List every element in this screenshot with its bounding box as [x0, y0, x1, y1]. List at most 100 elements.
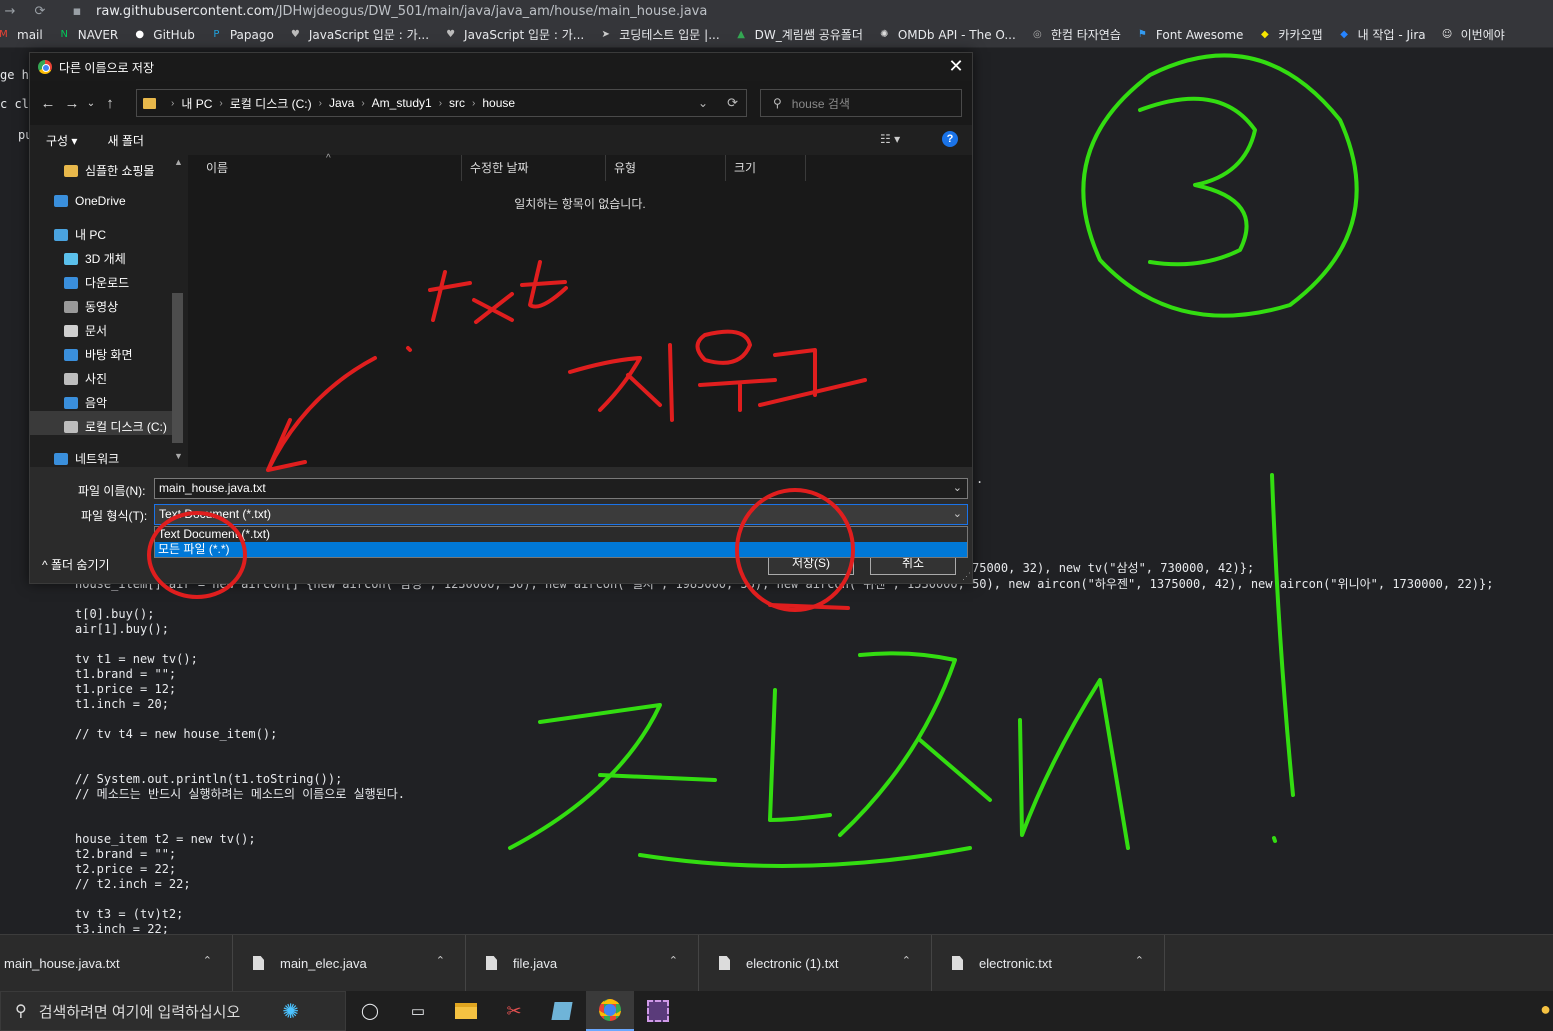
help-icon[interactable]: ? [942, 131, 958, 147]
breadcrumb-java[interactable]: Java [329, 96, 354, 110]
url-text[interactable]: raw.githubusercontent.com/JDHwjdeogus/DW… [96, 4, 707, 19]
sidebar-item[interactable]: 3D 개체 [64, 250, 126, 267]
reload-icon[interactable]: ⟳ [30, 4, 50, 19]
sidebar-item[interactable]: 동영상 [64, 298, 118, 315]
file-explorer-icon[interactable] [442, 991, 490, 1031]
chevron-down-icon[interactable]: ⌄ [953, 479, 962, 498]
bookmark-item[interactable]: ➤ 코딩테스트 입문 |... [598, 26, 720, 43]
resize-grip-icon[interactable]: ⋰ [962, 571, 971, 582]
bookmark-item[interactable]: Mmail [0, 27, 43, 42]
bookmark-item[interactable]: ● GitHub [132, 27, 195, 42]
search-input[interactable]: ⚲ house 검색 [760, 89, 962, 117]
download-item[interactable]: electronic (1).txt ⌃ [699, 935, 932, 991]
sidebar-item[interactable]: 네트워크 [54, 450, 119, 467]
bookmark-item[interactable]: ✺ OMDb API - The O... [877, 27, 1016, 42]
browser-url-bar[interactable]: → ⟳ ▪ raw.githubusercontent.com/JDHwjdeo… [0, 0, 1553, 22]
breadcrumb-am-study1[interactable]: Am_study1 [372, 96, 432, 110]
sidebar-item[interactable]: 문서 [64, 322, 107, 339]
download-icon [64, 276, 78, 289]
breadcrumb-src[interactable]: src [449, 96, 465, 110]
filetype-select[interactable]: Text Document (*.txt) ⌄ [154, 504, 968, 525]
close-icon[interactable]: ✕ [944, 55, 968, 79]
hide-folders-toggle[interactable]: ^ 폴더 숨기기 [42, 556, 110, 573]
task-view-icon[interactable]: ▭ [394, 991, 442, 1031]
breadcrumb-separator-icon: › [361, 97, 365, 109]
bookmark-item[interactable]: ◆ 내 작업 - Jira [1337, 26, 1425, 43]
download-filename: main_elec.java [280, 955, 367, 971]
organize-button[interactable]: 구성 ▾ [46, 132, 77, 149]
eclipse-icon[interactable] [634, 991, 682, 1031]
bookmark-item[interactable]: ♥ JavaScript 입문 : 가... [443, 26, 584, 43]
sidebar-item[interactable]: 사진 [64, 370, 107, 387]
sidebar-item[interactable]: 로컬 디스크 (C:) [64, 418, 167, 435]
lightbulb-icon[interactable]: ● [1540, 999, 1551, 1020]
sidebar-item[interactable]: OneDrive [54, 194, 126, 208]
bookmark-item[interactable]: P Papago [209, 27, 274, 42]
taskbar-search[interactable]: ⚲ 검색하려면 여기에 입력하십시오 ✺ [0, 991, 346, 1031]
up-arrow-icon[interactable]: ↑ [98, 95, 122, 112]
chrome-icon [38, 60, 52, 74]
download-item[interactable]: file.java ⌃ [466, 935, 699, 991]
dialog-title-bar[interactable]: 다른 이름으로 저장 ✕ [30, 53, 972, 81]
bookmark-item[interactable]: N NAVER [57, 27, 118, 42]
notepad-icon[interactable] [538, 991, 586, 1031]
chrome-taskbar-icon[interactable] [586, 991, 634, 1031]
hide-folders-label: 폴더 숨기기 [50, 558, 110, 572]
sidebar-scrollbar[interactable] [172, 293, 183, 443]
column-size[interactable]: 크기 [726, 155, 806, 181]
code-line: t1.price = 12; [75, 682, 177, 696]
sidebar-item[interactable]: 내 PC [54, 226, 106, 243]
filetype-option-all[interactable]: 모든 파일 (*.*) [155, 542, 967, 557]
file-icon [253, 956, 264, 970]
column-date[interactable]: 수정한 날짜 [462, 155, 606, 181]
sidebar-item[interactable]: 심플한 쇼핑몰 [64, 162, 155, 179]
chevron-up-icon[interactable]: ⌃ [436, 954, 445, 967]
back-arrow-icon[interactable]: ← [36, 95, 60, 112]
download-item[interactable]: electronic.txt ⌃ [932, 935, 1165, 991]
bookmark-item[interactable]: ☺ 이번에야 [1440, 26, 1505, 43]
filetype-option-txt[interactable]: Text Document (*.txt) [155, 527, 967, 542]
bookmark-item[interactable]: ⚑ Font Awesome [1135, 27, 1244, 42]
forward-arrow-icon[interactable]: → [60, 95, 84, 112]
naver-icon: N [60, 29, 68, 40]
snipping-tool-icon[interactable]: ✂ [490, 991, 538, 1031]
chevron-down-icon[interactable]: ⌄ [698, 96, 708, 110]
filetype-dropdown[interactable]: Text Document (*.txt) 모든 파일 (*.*) [154, 526, 968, 558]
download-item[interactable]: main_house.java.txt ⌃ [0, 935, 233, 991]
github-icon: ● [135, 29, 145, 40]
bookmark-label: GitHub [153, 27, 195, 42]
sidebar-item-label: OneDrive [75, 194, 126, 208]
bookmark-item[interactable]: ◆ 카카오맵 [1257, 26, 1323, 43]
sidebar-item[interactable]: 다운로드 [64, 274, 129, 291]
chevron-up-icon[interactable]: ⌃ [203, 954, 212, 967]
new-folder-button[interactable]: 새 폴더 [107, 132, 143, 149]
filename-field[interactable]: main_house.java.txt ⌄ [154, 478, 968, 499]
bookmark-item[interactable]: ◎ 한컴 타자연습 [1030, 26, 1121, 43]
refresh-icon[interactable]: ⟳ [727, 95, 738, 111]
chevron-up-icon[interactable]: ⌃ [902, 954, 911, 967]
bookmark-item[interactable]: ♥ JavaScript 입문 : 가... [288, 26, 429, 43]
chevron-up-icon[interactable]: ⌃ [669, 954, 678, 967]
sidebar-item[interactable]: 바탕 화면 [64, 346, 133, 363]
breadcrumb-house[interactable]: house [482, 96, 515, 110]
file-icon [719, 956, 730, 970]
view-options-icon[interactable]: ☷ ▾ [880, 132, 900, 146]
file-list[interactable]: 이름 ^ 수정한 날짜 유형 크기 일치하는 항목이 없습니다. [188, 153, 972, 467]
chevron-up-icon[interactable]: ⌃ [1135, 954, 1144, 967]
cortana-icon[interactable]: ◯ [346, 991, 394, 1031]
breadcrumb[interactable]: › 내 PC › 로컬 디스크 (C:) › Java › Am_study1 … [136, 89, 747, 117]
breadcrumb-pc[interactable]: 내 PC [181, 95, 212, 112]
chevron-down-icon[interactable]: ⌄ [953, 505, 962, 524]
scroll-up-icon[interactable]: ▲ [174, 157, 183, 167]
sidebar-item[interactable]: 음악 [64, 394, 107, 411]
column-type[interactable]: 유형 [606, 155, 726, 181]
recent-chevron-icon[interactable]: ⌄ [84, 98, 98, 109]
bookmark-label: 이번에야 [1460, 28, 1505, 42]
breadcrumb-disk[interactable]: 로컬 디스크 (C:) [230, 95, 312, 112]
scroll-down-icon[interactable]: ▼ [174, 451, 183, 461]
download-item[interactable]: main_elec.java ⌃ [233, 935, 466, 991]
back-arrow-icon[interactable]: → [0, 4, 20, 19]
bookmark-item[interactable]: ▲ DW_계림쌤 공유폴더 [734, 26, 863, 43]
